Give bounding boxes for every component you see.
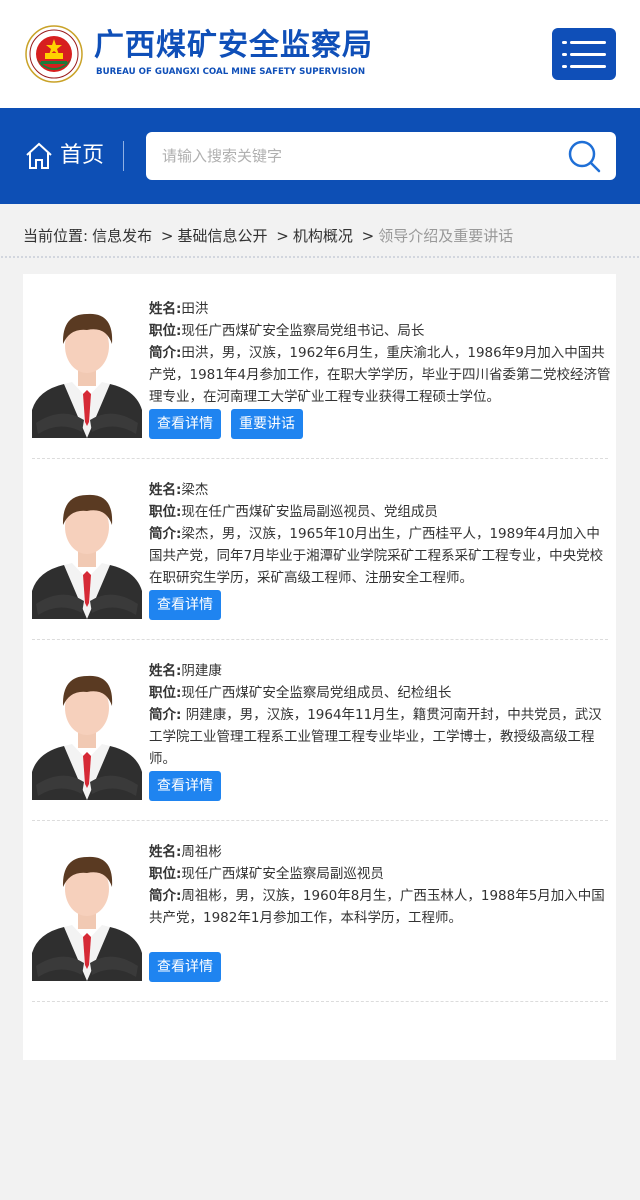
leader-item: 姓名:田洪 职位:现任广西煤矿安全监察局党组书记、局长 简介:田洪，男，汉族，1…: [32, 298, 611, 459]
leader-item: 姓名:梁杰 职位:现在任广西煤矿安监局副巡视员、党组成员 简介:梁杰，男，汉族，…: [32, 479, 608, 640]
leader-bio: 阴建康，男，汉族，1964年11月生，籍贯河南开封，中共党员，武汉工学院工业管理…: [149, 707, 602, 767]
leader-position: 现在任广西煤矿安监局副巡视员、党组成员: [181, 504, 438, 520]
leader-actions: 查看详情 重要讲话: [149, 409, 313, 439]
avatar: [32, 298, 142, 438]
leader-bio: 周祖彬，男，汉族，1960年8月生，广西玉林人，1988年5月加入中国共产党，1…: [149, 888, 605, 926]
bio-label: 简介:: [149, 526, 182, 542]
name-label: 姓名:: [149, 301, 182, 317]
menu-icon: [562, 41, 567, 44]
home-label: 首页: [60, 143, 105, 168]
leader-info: 姓名:梁杰 职位:现在任广西煤矿安监局副巡视员、党组成员 简介:梁杰，男，汉族，…: [149, 479, 611, 589]
avatar: [32, 479, 142, 619]
leader-name: 周祖彬: [181, 844, 222, 860]
leader-actions: 查看详情: [149, 771, 231, 801]
breadcrumb-separator: >: [160, 227, 174, 245]
home-icon: [26, 142, 52, 169]
leader-bio: 梁杰，男，汉族，1965年10月出生，广西桂平人，1989年4月加入中国共产党，…: [149, 526, 604, 586]
menu-button[interactable]: [552, 28, 616, 80]
leader-list: 姓名:田洪 职位:现任广西煤矿安全监察局党组书记、局长 简介:田洪，男，汉族，1…: [23, 274, 616, 1060]
breadcrumb-item[interactable]: 机构概况: [293, 227, 353, 245]
dotted-divider: [0, 255, 640, 259]
view-details-button[interactable]: 查看详情: [149, 590, 221, 620]
name-label: 姓名:: [149, 482, 182, 498]
view-details-button[interactable]: 查看详情: [149, 771, 221, 801]
national-emblem-icon: [25, 25, 83, 83]
leader-actions: 查看详情: [149, 590, 231, 620]
leader-info: 姓名:周祖彬 职位:现任广西煤矿安全监察局副巡视员 简介:周祖彬，男，汉族，19…: [149, 841, 611, 929]
leader-info: 姓名:田洪 职位:现任广西煤矿安全监察局党组书记、局长 简介:田洪，男，汉族，1…: [149, 298, 611, 408]
position-label: 职位:: [149, 685, 182, 701]
site-title: 广西煤矿安全监察局: [94, 28, 373, 63]
breadcrumb: 当前位置: 信息发布 > 基础信息公开 > 机构概况 > 领导介绍及重要讲话: [23, 224, 517, 248]
bio-label: 简介:: [149, 707, 182, 723]
speeches-button[interactable]: 重要讲话: [231, 409, 303, 439]
leader-position: 现任广西煤矿安全监察局党组书记、局长: [181, 323, 425, 339]
breadcrumb-item[interactable]: 基础信息公开: [177, 227, 267, 245]
position-label: 职位:: [149, 866, 182, 882]
view-details-button[interactable]: 查看详情: [149, 409, 221, 439]
view-details-button[interactable]: 查看详情: [149, 952, 221, 982]
bio-label: 简介:: [149, 888, 182, 904]
search-input[interactable]: [162, 132, 552, 180]
avatar: [32, 841, 142, 981]
breadcrumb-separator: >: [276, 227, 289, 245]
search-icon[interactable]: [566, 138, 602, 174]
avatar: [32, 660, 142, 800]
leader-position: 现任广西煤矿安全监察局党组成员、纪检组长: [181, 685, 452, 701]
leader-bio: 田洪，男，汉族，1962年6月生，重庆渝北人，1986年9月加入中国共产党，19…: [149, 345, 611, 405]
site-header: 广西煤矿安全监察局 BUREAU OF GUANGXI COAL MINE SA…: [0, 0, 640, 108]
site-subtitle: BUREAU OF GUANGXI COAL MINE SAFETY SUPER…: [96, 67, 366, 77]
name-label: 姓名:: [149, 663, 182, 679]
breadcrumb-prefix: 当前位置:: [23, 227, 89, 245]
breadcrumb-item[interactable]: 信息发布: [92, 227, 152, 245]
nav-divider: [123, 141, 124, 171]
bio-label: 简介:: [149, 345, 182, 361]
leader-item: 姓名:周祖彬 职位:现任广西煤矿安全监察局副巡视员 简介:周祖彬，男，汉族，19…: [32, 841, 608, 1002]
breadcrumb-current: 领导介绍及重要讲话: [378, 227, 514, 245]
search-box: [146, 132, 616, 180]
leader-actions: 查看详情: [149, 952, 231, 982]
breadcrumb-separator: >: [361, 227, 375, 245]
position-label: 职位:: [149, 504, 182, 520]
leader-name: 田洪: [181, 301, 209, 317]
leader-name: 阴建康: [181, 663, 222, 679]
leader-item: 姓名:阴建康 职位:现任广西煤矿安全监察局党组成员、纪检组长 简介: 阴建康，男…: [32, 660, 608, 821]
name-label: 姓名:: [149, 844, 182, 860]
home-link[interactable]: 首页: [24, 140, 104, 172]
position-label: 职位:: [149, 323, 182, 339]
leader-info: 姓名:阴建康 职位:现任广西煤矿安全监察局党组成员、纪检组长 简介: 阴建康，男…: [149, 660, 611, 770]
leader-position: 现任广西煤矿安全监察局副巡视员: [181, 866, 384, 882]
leader-name: 梁杰: [181, 482, 209, 498]
